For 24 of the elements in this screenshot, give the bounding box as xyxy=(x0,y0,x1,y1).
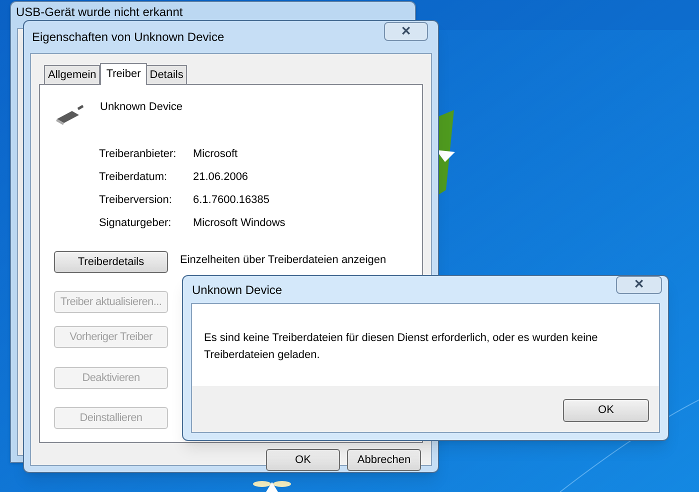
driver-button[interactable]: Treiberdetails xyxy=(54,251,168,273)
dialog-button[interactable]: Abbrechen xyxy=(347,449,421,471)
field-value: 6.1.7600.16385 xyxy=(193,193,270,208)
device-name: Unknown Device xyxy=(100,100,183,115)
ok-button[interactable]: OK xyxy=(563,399,649,422)
window-title: Eigenschaften von Unknown Device xyxy=(32,29,226,45)
tab[interactable]: Details xyxy=(146,65,188,84)
message-text: Es sind keine Treiberdateien für diesen Dienst erforderlich, oder es wurden keine Treiberdateien geladen. xyxy=(203,331,599,363)
window-title: USB-Gerät wurde nicht erkannt xyxy=(15,4,184,19)
field-value: Microsoft xyxy=(193,147,239,162)
field-label: Treiberanbieter: xyxy=(99,147,178,162)
dialog-button[interactable]: OK xyxy=(266,449,340,471)
close-button[interactable]: × xyxy=(616,276,662,294)
tab[interactable]: Treiber xyxy=(100,63,147,85)
tab[interactable]: Allgemein xyxy=(44,65,100,84)
field-value: Microsoft Windows xyxy=(193,216,286,231)
field-value: 21.06.2006 xyxy=(193,170,250,185)
description-text: Einzelheiten über Treiberdateien anzeigen xyxy=(180,254,386,266)
field-label: Treiberdatum: xyxy=(99,170,168,185)
field-label: Treiberversion: xyxy=(99,193,173,208)
field-label: Signaturgeber: xyxy=(99,216,172,231)
window-title: Unknown Device xyxy=(192,282,284,298)
close-button[interactable]: × xyxy=(384,22,428,40)
usb-plug-icon xyxy=(54,103,84,127)
